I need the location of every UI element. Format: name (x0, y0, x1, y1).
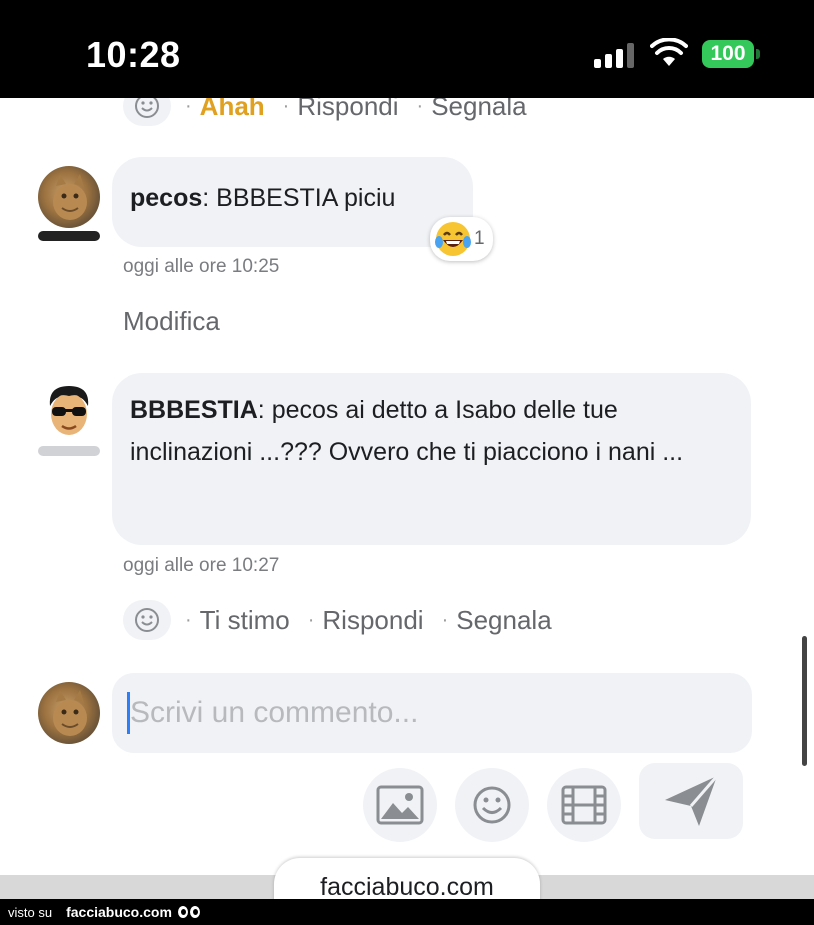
comment-actions: · Ti stimo · Rispondi · Segnala (123, 600, 566, 640)
separator-dot: · (307, 608, 315, 631)
cellular-signal-icon (594, 42, 636, 68)
battery-tip (756, 49, 760, 59)
text-caret (127, 692, 130, 734)
smiley-icon (473, 786, 511, 824)
cartoon-sunglasses-avatar-image (49, 386, 89, 435)
cat-avatar-image (53, 690, 87, 736)
comment-input[interactable] (112, 673, 752, 753)
user-badge-bar (38, 231, 100, 241)
add-emoji-button[interactable] (455, 768, 529, 842)
status-time: 10:28 (86, 34, 181, 75)
laughing-tears-emoji-icon (435, 222, 471, 256)
status-bar-overlay: 10:28 100 (0, 0, 814, 98)
reaction-badge[interactable]: 1 (430, 217, 493, 261)
avatar[interactable] (38, 380, 100, 442)
comment-author[interactable]: BBBESTIA (130, 396, 258, 424)
watermark-brand: facciabuco.com (66, 904, 172, 920)
ti-stimo-link[interactable]: Ti stimo (200, 605, 290, 636)
comment-bubble: BBBESTIA: pecos ai detto a Isabo delle t… (112, 373, 751, 545)
edit-link[interactable]: Modifica (123, 306, 220, 337)
wifi-icon (650, 38, 688, 66)
film-icon (561, 785, 607, 825)
avatar[interactable] (38, 166, 100, 228)
composer-avatar (38, 682, 100, 744)
comment-text: : BBBESTIA piciu (202, 184, 396, 212)
report-link[interactable]: Segnala (456, 605, 551, 636)
send-button[interactable] (639, 763, 743, 839)
comment-timestamp: oggi alle ore 10:25 (123, 256, 280, 277)
separator-dot: · (441, 608, 449, 631)
cat-avatar-image (53, 174, 87, 220)
battery-indicator: 100 (702, 40, 754, 68)
eyes-logo-icon (177, 906, 200, 918)
watermark-prefix: visto su (8, 904, 53, 920)
add-image-button[interactable] (363, 768, 437, 842)
user-badge-bar (38, 446, 100, 456)
image-icon (376, 785, 424, 825)
send-icon (665, 775, 719, 826)
add-video-button[interactable] (547, 768, 621, 842)
separator-dot: · (185, 608, 192, 631)
comment-bubble: pecos: BBBESTIA piciu (112, 157, 473, 247)
comment-author[interactable]: pecos (130, 184, 202, 212)
scrollbar[interactable] (802, 636, 807, 766)
smiley-icon (135, 608, 159, 632)
reaction-count: 1 (474, 228, 485, 249)
comment-timestamp: oggi alle ore 10:27 (123, 555, 280, 576)
watermark-bar: visto su facciabuco.com (0, 899, 814, 925)
reply-link[interactable]: Rispondi (322, 605, 423, 636)
add-reaction-button[interactable] (123, 600, 171, 640)
